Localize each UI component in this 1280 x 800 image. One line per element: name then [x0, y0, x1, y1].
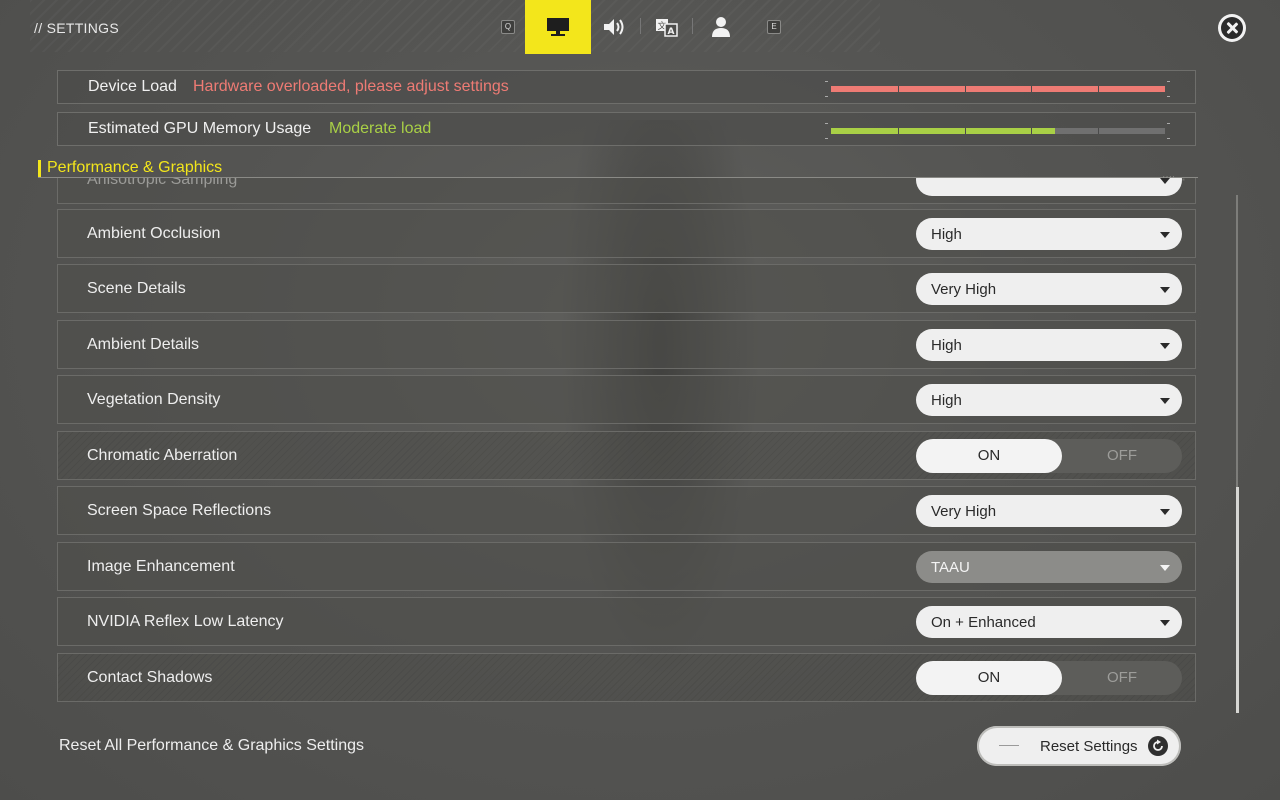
- scrollbar-thumb[interactable]: [1236, 487, 1239, 713]
- setting-label: Chromatic Aberration: [87, 447, 238, 464]
- setting-label: Anisotropic Sampling: [87, 178, 238, 188]
- language-icon: 文 A: [656, 19, 678, 37]
- meter-bracket: [825, 123, 828, 139]
- section-title: Performance & Graphics: [47, 159, 223, 176]
- meter-bar: [831, 86, 1165, 92]
- meter-label: Estimated GPU Memory Usage: [88, 120, 312, 137]
- setting-row-vegetation-density[interactable]: Vegetation Density High: [57, 375, 1196, 424]
- setting-label: Ambient Details: [87, 336, 200, 353]
- device-load-meter: Device Load Hardware overloaded, please …: [57, 70, 1196, 104]
- tab-separator: [692, 18, 693, 34]
- chevron-down-icon: [1160, 509, 1170, 515]
- chevron-down-icon: [1160, 398, 1170, 404]
- top-bar: // SETTINGS Q 文 A E: [0, 0, 1280, 56]
- settings-list[interactable]: Anisotropic Sampling Ambient Occlusion H…: [0, 178, 1280, 708]
- setting-row-scene-details[interactable]: Scene Details Very High: [57, 264, 1196, 313]
- dropdown-value: TAAU: [931, 559, 970, 576]
- tab-display[interactable]: [525, 0, 591, 54]
- tab-audio[interactable]: [589, 0, 639, 54]
- section-accent-bar: [38, 160, 41, 177]
- tab-language[interactable]: 文 A: [642, 0, 692, 54]
- gpu-memory-meter: Estimated GPU Memory Usage Moderate load: [57, 112, 1196, 146]
- button-decoration: [999, 745, 1019, 746]
- meter-fill: [831, 86, 1165, 92]
- toggle-on-option[interactable]: ON: [916, 661, 1062, 695]
- dropdown-value: Very High: [931, 281, 997, 298]
- meter-tick: [898, 128, 899, 134]
- chevron-down-icon: [1160, 287, 1170, 293]
- tab-separator: [640, 18, 641, 34]
- meter-fill: [831, 128, 1055, 134]
- setting-row-ambient-details[interactable]: Ambient Details High: [57, 320, 1196, 369]
- meter-bracket: [1167, 81, 1170, 97]
- setting-row-contact-shadows[interactable]: Contact Shadows ON OFF: [57, 653, 1196, 702]
- meter-status: Moderate load: [329, 120, 432, 137]
- meter-tick: [1031, 86, 1032, 92]
- chevron-down-icon: [1160, 178, 1170, 184]
- setting-row-ambient-occlusion[interactable]: Ambient Occlusion High: [57, 209, 1196, 258]
- refresh-icon: [1148, 736, 1168, 756]
- setting-toggle[interactable]: ON OFF: [916, 439, 1182, 473]
- speaker-icon: [604, 19, 624, 35]
- prev-tab-key-hint: Q: [501, 20, 515, 34]
- dropdown-value: Very High: [931, 503, 997, 520]
- meter-status: Hardware overloaded, please adjust setti…: [193, 78, 509, 95]
- page-title: // SETTINGS: [34, 20, 119, 36]
- monitor-icon: [547, 18, 569, 36]
- chevron-down-icon: [1160, 232, 1170, 238]
- reset-settings-button[interactable]: Reset Settings: [977, 726, 1181, 766]
- toggle-off-option[interactable]: OFF: [1062, 439, 1182, 473]
- top-bar-decoration: [30, 0, 880, 52]
- meter-tick: [898, 86, 899, 92]
- meter-label: Device Load: [88, 78, 177, 95]
- meter-bracket: [825, 81, 828, 97]
- setting-row-image-enhancement[interactable]: Image Enhancement TAAU: [57, 542, 1196, 591]
- setting-label: Image Enhancement: [87, 558, 235, 575]
- toggle-on-option[interactable]: ON: [916, 439, 1062, 473]
- meter-bar: [831, 128, 1165, 134]
- setting-label: Screen Space Reflections: [87, 502, 272, 519]
- setting-toggle[interactable]: ON OFF: [916, 661, 1182, 695]
- account-icon: [712, 17, 730, 37]
- meter-tick: [1098, 128, 1099, 134]
- meter-tick: [965, 86, 966, 92]
- setting-label: NVIDIA Reflex Low Latency: [87, 613, 284, 630]
- next-tab-key-hint: E: [767, 20, 781, 34]
- setting-label: Scene Details: [87, 280, 186, 297]
- chevron-down-icon: [1160, 565, 1170, 571]
- setting-row-anisotropic-sampling[interactable]: Anisotropic Sampling: [57, 178, 1196, 204]
- setting-dropdown[interactable]: High: [916, 384, 1182, 416]
- setting-dropdown[interactable]: On + Enhanced: [916, 606, 1182, 638]
- meter-tick: [1098, 86, 1099, 92]
- dropdown-value: On + Enhanced: [931, 614, 1036, 631]
- toggle-off-option[interactable]: OFF: [1062, 661, 1182, 695]
- setting-dropdown[interactable]: High: [916, 218, 1182, 250]
- setting-row-screen-space-reflections[interactable]: Screen Space Reflections Very High: [57, 486, 1196, 535]
- reset-all-label: Reset All Performance & Graphics Setting…: [59, 737, 365, 754]
- dropdown-value: High: [931, 392, 962, 409]
- tab-account[interactable]: [696, 0, 746, 54]
- setting-label: Vegetation Density: [87, 391, 221, 408]
- setting-dropdown[interactable]: [916, 178, 1182, 196]
- close-button[interactable]: [1218, 14, 1246, 42]
- dropdown-value: High: [931, 337, 962, 354]
- chevron-down-icon: [1160, 620, 1170, 626]
- setting-dropdown[interactable]: Very High: [916, 273, 1182, 305]
- meter-tick: [1031, 128, 1032, 134]
- setting-dropdown[interactable]: Very High: [916, 495, 1182, 527]
- meter-tick: [965, 128, 966, 134]
- setting-label: Ambient Occlusion: [87, 225, 221, 242]
- svg-text:A: A: [668, 27, 675, 37]
- reset-button-label: Reset Settings: [1040, 738, 1138, 755]
- meter-bracket: [1167, 123, 1170, 139]
- setting-row-nvidia-reflex[interactable]: NVIDIA Reflex Low Latency On + Enhanced: [57, 597, 1196, 646]
- dropdown-value: High: [931, 226, 962, 243]
- setting-dropdown[interactable]: High: [916, 329, 1182, 361]
- setting-label: Contact Shadows: [87, 669, 213, 686]
- close-icon: [1221, 17, 1243, 39]
- refresh-glyph: [1153, 739, 1163, 751]
- setting-row-chromatic-aberration[interactable]: Chromatic Aberration ON OFF: [57, 431, 1196, 480]
- setting-dropdown[interactable]: TAAU: [916, 551, 1182, 583]
- chevron-down-icon: [1160, 343, 1170, 349]
